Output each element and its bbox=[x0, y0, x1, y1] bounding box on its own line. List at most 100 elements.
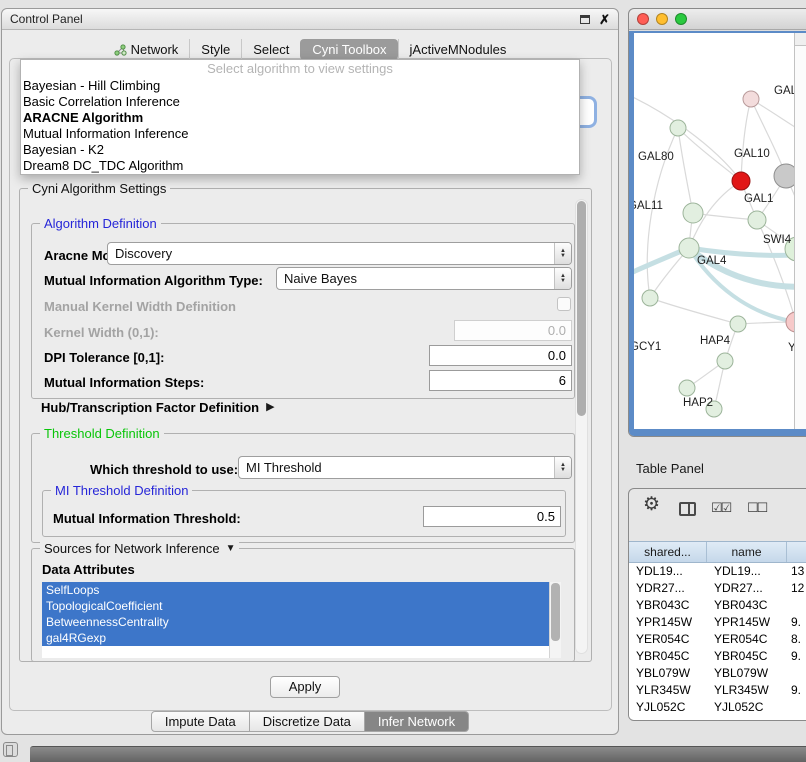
network-node[interactable] bbox=[717, 353, 733, 369]
tab-cyni-toolbox[interactable]: Cyni Toolbox bbox=[300, 39, 397, 60]
table-row[interactable]: YDR27...YDR27...12 bbox=[629, 580, 806, 597]
sources-title-text: Sources for Network Inference bbox=[44, 541, 220, 556]
column-header-name[interactable]: name bbox=[707, 542, 787, 562]
desktop: { "colors": { "selection_blue": "#3d76c9… bbox=[0, 0, 806, 762]
attribute-item-gal4rgexp[interactable]: gal4RGexp bbox=[42, 630, 561, 646]
table-cell bbox=[787, 699, 806, 716]
collapse-down-icon: ▼ bbox=[226, 543, 236, 554]
network-node[interactable] bbox=[670, 120, 686, 136]
select-all-columns-icon[interactable]: ☑☑ bbox=[711, 500, 730, 516]
manual-kernel-checkbox[interactable] bbox=[557, 297, 571, 311]
bottom-tab-infer-network[interactable]: Infer Network bbox=[364, 711, 469, 732]
algorithm-option-basic-correlation-inference[interactable]: Basic Correlation Inference bbox=[21, 94, 579, 110]
close-icon[interactable]: ✗ bbox=[599, 13, 610, 26]
attributes-scroll-thumb[interactable] bbox=[551, 583, 560, 641]
table-row[interactable]: YJL052CYJL052C bbox=[629, 699, 806, 716]
network-graph: GAL7GAL80GAL10GAL11GAL1SWI4GAL4GCY1HAP4H… bbox=[634, 33, 794, 429]
algorithm-option-mutual-information-inference[interactable]: Mutual Information Inference bbox=[21, 126, 579, 142]
panel-corner-icon[interactable] bbox=[3, 742, 18, 757]
mac-minimize-button[interactable] bbox=[656, 13, 668, 25]
table-row[interactable]: YBR045CYBR045C9. bbox=[629, 648, 806, 665]
control-panel-window: Control Panel ✗ NetworkStyleSelectCyni T… bbox=[1, 8, 619, 735]
hub-definition-toggle[interactable]: Hub/Transcription Factor Definition ▶ bbox=[41, 400, 275, 415]
mi-type-value: Naive Bayes bbox=[277, 268, 554, 289]
mac-close-button[interactable] bbox=[637, 13, 649, 25]
gear-icon[interactable]: ⚙ bbox=[643, 493, 660, 516]
network-node[interactable] bbox=[743, 91, 759, 107]
table-cell: YBR045C bbox=[629, 648, 707, 665]
network-edge[interactable] bbox=[678, 128, 741, 181]
table-cell: YDL19... bbox=[707, 563, 787, 580]
algorithm-option-dream8-dc-tdc-algorithm[interactable]: Dream8 DC_TDC Algorithm bbox=[21, 158, 579, 174]
table-cell: YLR345W bbox=[629, 682, 707, 699]
bottom-tab-discretize-data[interactable]: Discretize Data bbox=[249, 711, 365, 732]
table-panel-window: ⚙ ☑☑ ☐☐ shared...name YDL19...YDL19...13… bbox=[628, 488, 806, 721]
table-cell: YBR043C bbox=[707, 597, 787, 614]
network-node[interactable] bbox=[679, 380, 695, 396]
table-row[interactable]: YPR145WYPR145W9. bbox=[629, 614, 806, 631]
mi-steps-input[interactable] bbox=[429, 370, 572, 391]
algorithm-option-bayesian-k2[interactable]: Bayesian - K2 bbox=[21, 142, 579, 158]
dpi-tolerance-input[interactable] bbox=[429, 345, 572, 366]
network-node[interactable] bbox=[642, 290, 658, 306]
network-node[interactable] bbox=[683, 203, 703, 223]
node-label-gal11: GAL11 bbox=[634, 200, 663, 212]
node-label-hap4: HAP4 bbox=[700, 335, 731, 347]
table-row[interactable]: YBL079WYBL079W bbox=[629, 665, 806, 682]
table-row[interactable]: YBR043CYBR043C bbox=[629, 597, 806, 614]
node-label-gal10: GAL10 bbox=[734, 148, 770, 160]
network-node[interactable] bbox=[774, 164, 794, 188]
scroll-up-button[interactable] bbox=[795, 33, 806, 46]
attributes-scrollbar[interactable] bbox=[549, 582, 561, 658]
table-panel-title: Table Panel bbox=[636, 461, 704, 476]
network-scrollbar[interactable] bbox=[794, 33, 806, 429]
network-edge[interactable] bbox=[650, 298, 738, 324]
mac-zoom-button[interactable] bbox=[675, 13, 687, 25]
bottom-tab-impute-data[interactable]: Impute Data bbox=[151, 711, 250, 732]
algorithm-option-bayesian-hill-climbing[interactable]: Bayesian - Hill Climbing bbox=[21, 78, 579, 94]
deselect-all-columns-icon[interactable]: ☐☐ bbox=[747, 500, 766, 516]
attribute-item-selfloops[interactable]: SelfLoops bbox=[42, 582, 561, 598]
algorithm-option-aracne-algorithm[interactable]: ARACNE Algorithm bbox=[21, 110, 579, 126]
column-header-shared[interactable]: shared... bbox=[629, 542, 707, 562]
settings-scrollbar[interactable] bbox=[575, 199, 588, 654]
which-threshold-select[interactable]: MI Threshold ▲▼ bbox=[238, 456, 572, 479]
kernel-width-input[interactable] bbox=[454, 320, 572, 341]
network-canvas[interactable]: GAL7GAL80GAL10GAL11GAL1SWI4GAL4GCY1HAP4H… bbox=[634, 33, 794, 429]
network-node[interactable] bbox=[748, 211, 766, 229]
column-header-extra[interactable] bbox=[787, 542, 806, 562]
network-edge[interactable] bbox=[678, 128, 693, 213]
aracne-mode-select[interactable]: Discovery ▲▼ bbox=[107, 242, 572, 265]
sources-title[interactable]: Sources for Network Inference ▼ bbox=[40, 541, 239, 556]
mi-type-select[interactable]: Naive Bayes ▲▼ bbox=[276, 267, 572, 290]
attribute-item-betweennesscentrality[interactable]: BetweennessCentrality bbox=[42, 614, 561, 630]
network-focus-border: GAL7GAL80GAL10GAL11GAL1SWI4GAL4GCY1HAP4H… bbox=[629, 31, 806, 436]
network-edge[interactable] bbox=[741, 99, 751, 181]
tab-style[interactable]: Style bbox=[189, 39, 241, 60]
tab-label: jActiveMNodules bbox=[410, 39, 507, 60]
network-node[interactable] bbox=[679, 238, 699, 258]
control-panel-titlebar[interactable]: Control Panel ✗ bbox=[2, 9, 618, 30]
float-window-icon[interactable] bbox=[580, 15, 590, 24]
table-row[interactable]: YLR345WYLR345W9. bbox=[629, 682, 806, 699]
mi-threshold-group: MI Threshold Definition Mutual Informati… bbox=[42, 490, 566, 537]
network-window-titlebar[interactable] bbox=[629, 9, 806, 30]
algorithm-definition-title: Algorithm Definition bbox=[40, 216, 161, 231]
tab-jactivemnodules[interactable]: jActiveMNodules bbox=[398, 39, 518, 60]
columns-icon[interactable] bbox=[679, 502, 696, 516]
apply-button[interactable]: Apply bbox=[270, 676, 340, 698]
settings-scroll-thumb[interactable] bbox=[577, 201, 586, 416]
table-body: YDL19...YDL19...13YDR27...YDR27...12YBR0… bbox=[629, 563, 806, 720]
table-cell: YBR045C bbox=[707, 648, 787, 665]
attribute-item-topologicalcoefficient[interactable]: TopologicalCoefficient bbox=[42, 598, 561, 614]
tab-select[interactable]: Select bbox=[241, 39, 300, 60]
network-node[interactable] bbox=[786, 312, 794, 332]
network-edge[interactable] bbox=[751, 99, 794, 139]
table-cell: YDR27... bbox=[707, 580, 787, 597]
table-row[interactable]: YDL19...YDL19...13 bbox=[629, 563, 806, 580]
network-node[interactable] bbox=[730, 316, 746, 332]
table-row[interactable]: YER054CYER054C8. bbox=[629, 631, 806, 648]
tab-network[interactable]: Network bbox=[103, 39, 190, 60]
network-node[interactable] bbox=[732, 172, 750, 190]
mi-threshold-input[interactable] bbox=[423, 506, 561, 527]
